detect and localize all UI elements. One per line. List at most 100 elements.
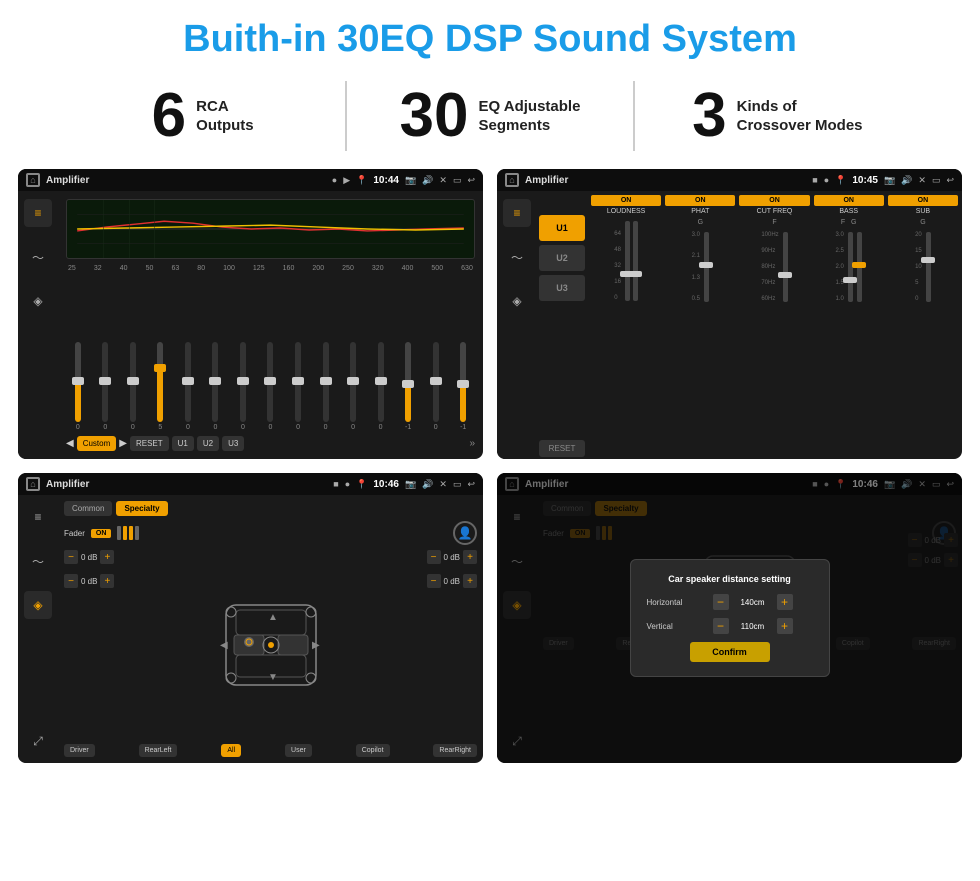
left-db-controls: − 0 dB + − 0 dB + xyxy=(64,550,114,739)
home-icon-1[interactable] xyxy=(26,173,40,187)
eq-slider-6: 0 xyxy=(231,342,255,431)
fader-on-badge[interactable]: ON xyxy=(91,529,112,538)
eq-slider-3: 5 xyxy=(149,342,173,431)
fader-slider xyxy=(117,526,139,540)
u3-btn[interactable]: U3 xyxy=(222,436,244,451)
eq-area: 253240506380100125160200250320400500630 … xyxy=(58,191,483,459)
u2-btn[interactable]: U2 xyxy=(197,436,219,451)
expand-icon-3[interactable]: ⤢ xyxy=(24,727,52,755)
slider-thumb-4[interactable] xyxy=(182,377,194,385)
dialog-overlay: Car speaker distance setting Horizontal … xyxy=(497,473,962,763)
phat-on-btn[interactable]: ON xyxy=(665,195,735,206)
loudness-on-btn[interactable]: ON xyxy=(591,195,661,206)
minus-left-1[interactable]: − xyxy=(64,550,78,564)
u2-channel-btn[interactable]: U2 xyxy=(539,245,585,271)
slider-thumb-3[interactable] xyxy=(154,364,166,372)
cutfreq-thumb[interactable] xyxy=(778,272,792,278)
speaker-icon-2[interactable]: ◈ xyxy=(503,287,531,315)
wave-icon-2[interactable]: 〜 xyxy=(503,243,531,271)
home-icon-2[interactable] xyxy=(505,173,519,187)
vertical-plus-btn[interactable]: + xyxy=(777,618,793,634)
bass-thumb2[interactable] xyxy=(852,262,866,268)
screen2-content: ≡ 〜 ◈ U1 U2 U3 RESET ON LOUDNESS xyxy=(497,191,962,459)
phat-thumb[interactable] xyxy=(699,262,713,268)
slider-thumb-1[interactable] xyxy=(99,377,111,385)
slider-thumb-6[interactable] xyxy=(237,377,249,385)
cutfreq-on-btn[interactable]: ON xyxy=(739,195,809,206)
time-2: 10:45 xyxy=(852,175,878,186)
reset-btn[interactable]: RESET xyxy=(130,436,169,451)
page-container: Buith-in 30EQ DSP Sound System 6 RCAOutp… xyxy=(0,0,980,773)
sub-on-btn[interactable]: ON xyxy=(888,195,958,206)
bass-on-btn[interactable]: ON xyxy=(814,195,884,206)
eq-icon-2[interactable]: ≡ xyxy=(503,199,531,227)
slider-thumb-10[interactable] xyxy=(347,377,359,385)
wave-icon[interactable]: 〜 xyxy=(24,243,52,271)
rearleft-btn[interactable]: RearLeft xyxy=(139,744,178,757)
vertical-control: − 110cm + xyxy=(713,618,793,634)
spk-main: Common Specialty Fader ON 👤 xyxy=(58,495,483,763)
minus-right-1[interactable]: − xyxy=(427,550,441,564)
plus-right-2[interactable]: + xyxy=(463,574,477,588)
wave-icon-3[interactable]: 〜 xyxy=(24,547,52,575)
eq-graph xyxy=(66,199,475,259)
back-icon-3: ↩ xyxy=(467,479,475,490)
custom-btn[interactable]: Custom xyxy=(77,436,117,451)
all-btn[interactable]: All xyxy=(221,744,241,757)
dot2-icon-2: ● xyxy=(824,175,829,185)
loudness-thumb2[interactable] xyxy=(628,271,642,277)
plus-left-2[interactable]: + xyxy=(100,574,114,588)
minus-left-2[interactable]: − xyxy=(64,574,78,588)
reset-ch-btn[interactable]: RESET xyxy=(539,440,585,457)
slider-thumb-8[interactable] xyxy=(292,377,304,385)
left-sidebar-2: ≡ 〜 ◈ xyxy=(497,191,537,459)
sub-thumb[interactable] xyxy=(921,257,935,263)
slider-thumb-12[interactable] xyxy=(402,380,414,388)
slider-thumb-13[interactable] xyxy=(430,377,442,385)
cam-icon-2: 📷 xyxy=(884,175,895,186)
cam-icon-3: 📷 xyxy=(405,479,416,490)
specialty-tab[interactable]: Specialty xyxy=(116,501,167,516)
bass-thumb[interactable] xyxy=(843,277,857,283)
slider-thumb-0[interactable] xyxy=(72,377,84,385)
minus-right-2[interactable]: − xyxy=(427,574,441,588)
slider-thumb-11[interactable] xyxy=(375,377,387,385)
sub-nums: 20151050 xyxy=(915,232,922,302)
u3-channel-btn[interactable]: U3 xyxy=(539,275,585,301)
user-btn[interactable]: User xyxy=(285,744,312,757)
vertical-value: 110cm xyxy=(733,622,773,631)
driver-btn[interactable]: Driver xyxy=(64,744,95,757)
vertical-minus-btn[interactable]: − xyxy=(713,618,729,634)
prev-btn[interactable]: ◀ xyxy=(66,438,74,449)
eq-icon[interactable]: ≡ xyxy=(24,199,52,227)
fader-bar-3 xyxy=(135,526,139,540)
horizontal-minus-btn[interactable]: − xyxy=(713,594,729,610)
slider-thumb-9[interactable] xyxy=(320,377,332,385)
u1-channel-btn[interactable]: U1 xyxy=(539,215,585,241)
speaker-icon[interactable]: ◈ xyxy=(24,287,52,315)
speaker-icon-3[interactable]: ◈ xyxy=(24,591,52,619)
horizontal-plus-btn[interactable]: + xyxy=(777,594,793,610)
slider-thumb-2[interactable] xyxy=(127,377,139,385)
rearright-btn[interactable]: RearRight xyxy=(433,744,477,757)
slider-thumb-14[interactable] xyxy=(457,380,469,388)
dot-icon-2: ■ xyxy=(812,175,817,185)
confirm-button[interactable]: Confirm xyxy=(690,642,770,662)
plus-left-1[interactable]: + xyxy=(100,550,114,564)
slider-thumb-7[interactable] xyxy=(264,377,276,385)
slider-thumb-5[interactable] xyxy=(209,377,221,385)
channels-left: U1 U2 U3 RESET xyxy=(537,191,587,459)
home-icon-3[interactable] xyxy=(26,477,40,491)
plus-right-1[interactable]: + xyxy=(463,550,477,564)
expand-arrows[interactable]: » xyxy=(469,438,475,449)
eq-slider-10: 0 xyxy=(341,342,365,431)
right-db-controls: − 0 dB + − 0 dB + xyxy=(427,550,477,739)
next-btn[interactable]: ▶ xyxy=(119,438,127,449)
vol-icon-3: 🔊 xyxy=(422,479,433,490)
u1-btn[interactable]: U1 xyxy=(172,436,194,451)
slider-val-13: 0 xyxy=(434,424,438,431)
common-tab[interactable]: Common xyxy=(64,501,112,516)
person-icon[interactable]: 👤 xyxy=(453,521,477,545)
eq-icon-3[interactable]: ≡ xyxy=(24,503,52,531)
copilot-btn[interactable]: Copilot xyxy=(356,744,390,757)
